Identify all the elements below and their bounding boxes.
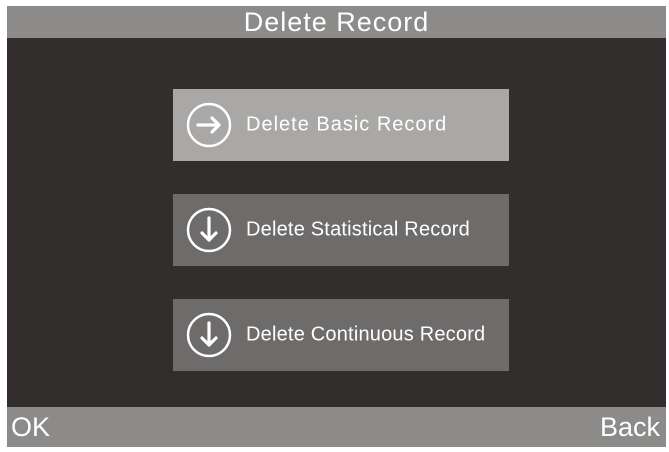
arrow-down-circle-icon (186, 312, 232, 358)
delete-continuous-record-label: Delete Continuous Record (246, 323, 486, 346)
arrow-right-circle-icon (186, 102, 232, 148)
delete-basic-record-label: Delete Basic Record (246, 113, 448, 136)
back-button[interactable]: Back (600, 412, 660, 442)
delete-statistical-record-button[interactable]: Delete Statistical Record (173, 194, 509, 266)
delete-statistical-record-label: Delete Statistical Record (246, 218, 470, 241)
page-title: Delete Record (7, 6, 666, 38)
arrow-down-circle-icon (186, 207, 232, 253)
device-screen: Delete Record Delete Basic Record Delete… (7, 6, 666, 447)
delete-continuous-record-button[interactable]: Delete Continuous Record (173, 299, 509, 371)
soft-key-bar: OK Back (7, 407, 666, 447)
delete-basic-record-button[interactable]: Delete Basic Record (173, 89, 509, 161)
ok-button[interactable]: OK (11, 412, 50, 442)
